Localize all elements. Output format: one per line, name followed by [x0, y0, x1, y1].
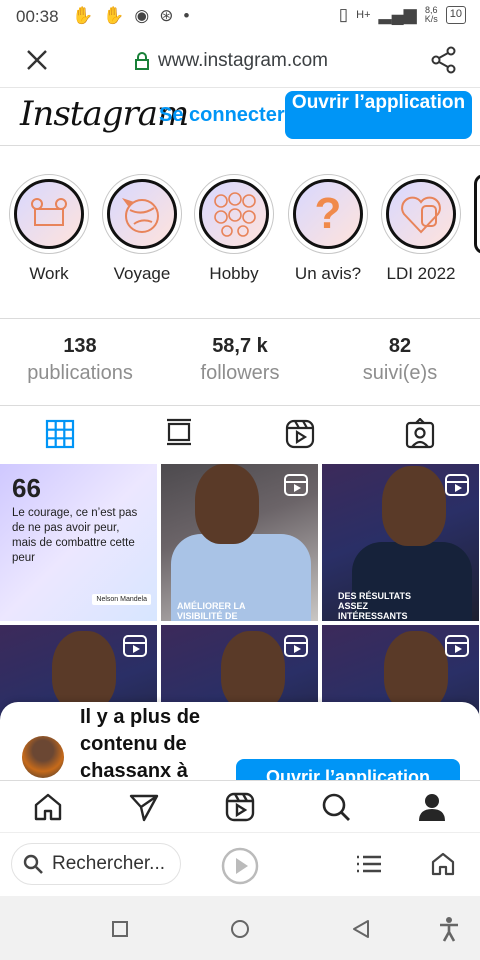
hand-icon: ✋ — [72, 6, 94, 25]
profile-tabs — [0, 406, 480, 462]
reel-icon — [445, 635, 469, 657]
highlight-ldi-2022[interactable]: LDI 2022 — [381, 174, 461, 284]
login-link[interactable]: Se connecter — [159, 104, 285, 127]
profile-icon[interactable] — [416, 791, 448, 823]
browser-url-bar: www.instagram.com — [0, 34, 480, 88]
grid-icon[interactable] — [44, 418, 76, 450]
status-bar: 00:38 ✋ ✋ ◉ ⊛ • ▯ H+ ▂▄▆ 8,6 K/s 10 — [0, 0, 480, 34]
search-input[interactable]: Rechercher... — [11, 843, 181, 885]
url-field[interactable]: www.instagram.com — [134, 50, 328, 72]
network-type: H+ — [356, 9, 371, 21]
home-nav-icon[interactable] — [229, 918, 251, 940]
sports-balls-icon — [199, 179, 269, 249]
recents-icon[interactable] — [111, 920, 129, 938]
person-face — [384, 631, 448, 711]
back-icon[interactable] — [350, 918, 372, 940]
lock-icon — [135, 52, 149, 70]
tagged-icon[interactable] — [404, 418, 436, 450]
home-icon[interactable] — [32, 791, 64, 823]
person-face — [195, 464, 259, 544]
close-icon[interactable] — [26, 49, 48, 71]
sheet-open-app-button[interactable]: Ouvrir l’application — [236, 759, 460, 782]
dot-icon: • — [183, 6, 190, 25]
stat-publications[interactable]: 138 publications — [0, 335, 160, 385]
stat-label: followers — [200, 362, 280, 384]
person-face — [52, 631, 116, 711]
highlight-hobby[interactable]: Hobby — [194, 174, 274, 284]
search-icon — [23, 854, 43, 874]
avatar — [22, 736, 64, 778]
quote-mark: 66 — [12, 473, 41, 503]
stat-label: publications — [27, 362, 133, 384]
post-reel-3[interactable]: DES RÉSULTATS ASSEZ INTÉRESSANTS — [322, 464, 479, 621]
clock: 00:38 — [16, 7, 59, 26]
signal-icon: ▂▄▆ — [378, 5, 417, 24]
search-icon[interactable] — [320, 791, 352, 823]
post-caption: AMÉLIORER LA VISIBILITÉ DE — [177, 601, 246, 621]
highlight-work[interactable]: Work — [9, 174, 89, 284]
feed-icon[interactable] — [163, 418, 195, 450]
url-text: www.instagram.com — [158, 50, 328, 71]
highlight-label: Work — [29, 264, 69, 283]
browser-bottom-bar: Rechercher... — [0, 832, 480, 896]
stat-label: suivi(e)s — [362, 362, 438, 384]
quote-author: Nelson Mandela — [92, 594, 151, 605]
highlight-avis[interactable]: ? Un avis? — [288, 174, 368, 284]
highlight-label: Un avis? — [294, 264, 362, 283]
post-caption: DES RÉSULTATS ASSEZ INTÉRESSANTS — [338, 591, 412, 621]
chrome-icon: ◉ — [134, 6, 150, 25]
net-speed: 8,6 K/s — [424, 5, 438, 24]
post-quote[interactable]: 66 Le courage, ce n’est pas de ne pas av… — [0, 464, 157, 621]
stat-value: 138 — [63, 335, 97, 357]
reels-tab-icon[interactable] — [284, 418, 316, 450]
open-app-sheet: Il y a plus de contenu de chassanx à Ouv… — [0, 702, 480, 782]
sheet-message: Il y a plus de contenu de chassanx à — [80, 706, 201, 782]
hand-icon: ✋ — [103, 6, 125, 25]
globe-plane-icon — [107, 179, 177, 249]
search-placeholder: Rechercher... — [52, 853, 165, 874]
system-navigation-bar — [0, 896, 480, 960]
reel-icon — [123, 635, 147, 657]
quote-text: Le courage, ce n’est pas de ne pas avoir… — [12, 507, 138, 564]
person-face — [221, 631, 285, 711]
stat-value: 58,7 k — [212, 335, 268, 357]
accessibility-icon[interactable] — [438, 916, 460, 942]
vibrate-icon: ▯ — [338, 5, 349, 24]
stat-value: 82 — [388, 335, 412, 357]
instagram-bottom-nav — [0, 780, 480, 832]
open-app-button[interactable]: Ouvrir l’application — [285, 91, 472, 139]
reels-icon[interactable] — [224, 791, 256, 823]
person-face — [382, 466, 446, 546]
stat-following[interactable]: 82 suivi(e)s — [320, 335, 480, 385]
post-reel-2[interactable]: AMÉLIORER LA VISIBILITÉ DE — [161, 464, 318, 621]
highlight-label: Voyage — [113, 264, 171, 283]
menu-list-icon[interactable] — [356, 853, 382, 875]
stat-followers[interactable]: 58,7 k followers — [160, 335, 320, 385]
highlight-label: LDI 2022 — [386, 264, 456, 283]
question-icon: ? — [293, 179, 363, 249]
play-icon[interactable] — [220, 846, 260, 886]
desk-icon — [14, 179, 84, 249]
reel-icon — [445, 474, 469, 496]
battery-icon: 10 — [445, 6, 466, 24]
fingerprint-icon: ⊛ — [159, 6, 174, 25]
share-icon[interactable] — [430, 46, 458, 74]
instagram-header: Instagram Se connecter Ouvrir l’applicat… — [0, 88, 480, 146]
home-browser-icon[interactable] — [430, 851, 456, 877]
highlight-label: Hobby — [209, 264, 259, 283]
heart-hand-icon — [386, 179, 456, 249]
reel-icon — [284, 474, 308, 496]
send-icon[interactable] — [128, 791, 160, 823]
profile-stats: 138 publications 58,7 k followers 82 sui… — [0, 318, 480, 406]
reel-icon — [284, 635, 308, 657]
highlight-overflow[interactable] — [474, 174, 480, 254]
highlight-voyage[interactable]: Voyage — [102, 174, 182, 284]
